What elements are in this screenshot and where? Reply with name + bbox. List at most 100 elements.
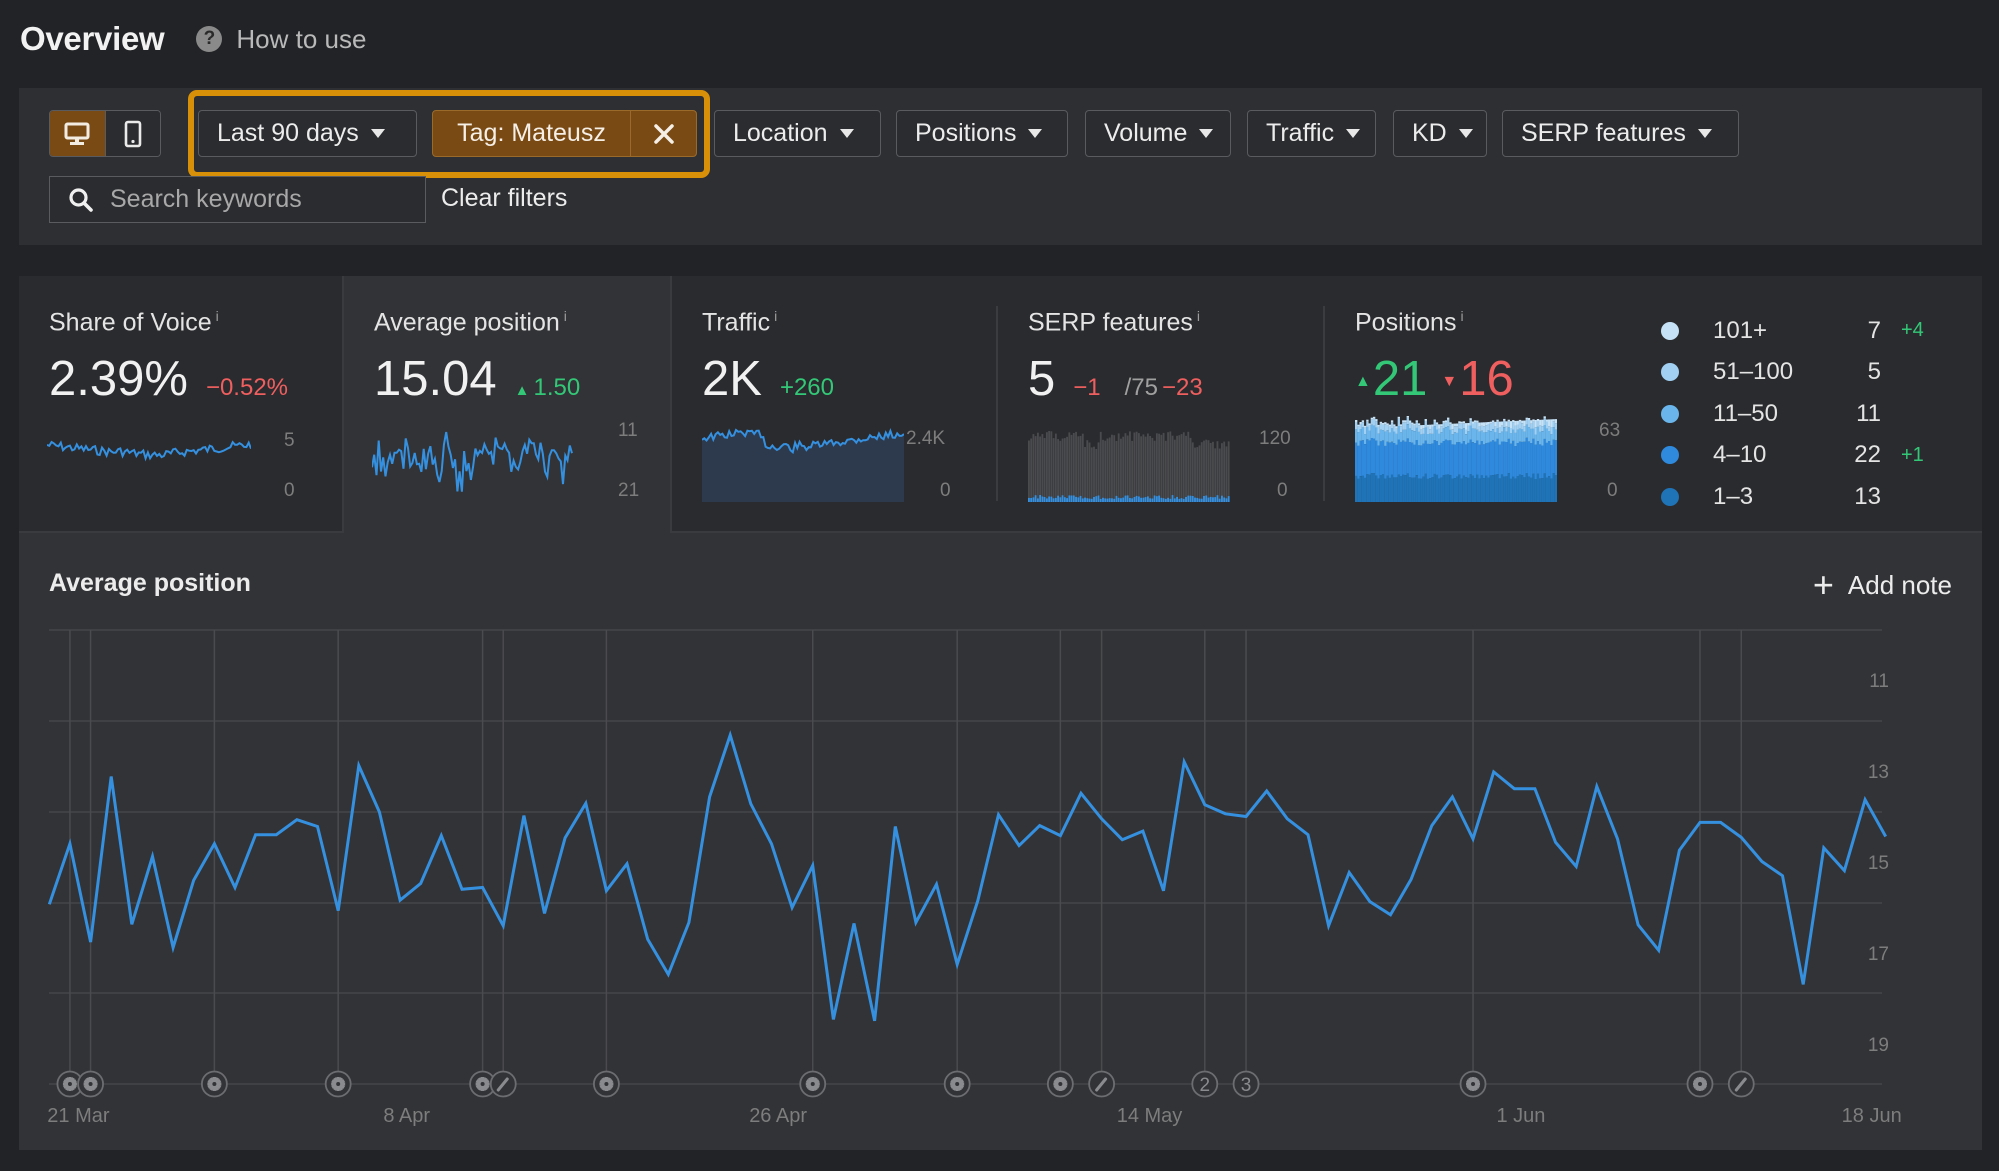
stacked-bar-segment (1417, 425, 1421, 432)
mobile-toggle-button[interactable] (104, 111, 160, 156)
info-icon[interactable]: i (564, 308, 567, 324)
sparkline-bar-owned (1160, 497, 1163, 502)
stacked-bar-segment (1404, 475, 1407, 502)
legend-dot (1661, 321, 1679, 340)
note-marker[interactable] (1088, 1070, 1116, 1098)
stacked-bar-segment (1550, 445, 1553, 479)
stacked-bar-segment (1431, 477, 1434, 502)
traffic-metric[interactable]: Traffic i 2K +260 (702, 308, 834, 407)
grouped-marker[interactable]: 3 (1232, 1070, 1260, 1098)
update-marker[interactable] (200, 1070, 228, 1098)
stacked-bar-segment (1402, 440, 1405, 475)
stacked-bar-segment (1404, 420, 1407, 423)
sparkline-bar (1097, 442, 1100, 502)
serp-features-dropdown[interactable]: SERP features (1502, 110, 1739, 157)
date-range-dropdown[interactable]: Last 90 days (198, 110, 417, 157)
stacked-bar-segment (1467, 478, 1470, 502)
stacked-bar-segment (1487, 430, 1490, 443)
legend-item[interactable]: 51–100 5 (1661, 352, 1924, 394)
legend-item[interactable]: 1–3 13 (1661, 476, 1924, 518)
stacked-bar-segment (1554, 419, 1557, 424)
sparkline-bar (1113, 435, 1116, 502)
legend-item[interactable]: 11–50 11 (1661, 393, 1924, 435)
sparkline-bar-owned (1097, 495, 1100, 502)
stacked-bar-segment (1525, 424, 1528, 438)
sparkline-axis-min: 0 (284, 480, 295, 501)
update-marker[interactable] (324, 1070, 352, 1098)
sparkline-bar-owned (1146, 496, 1149, 502)
stacked-bar-segment (1516, 476, 1519, 502)
update-marker[interactable] (1046, 1070, 1074, 1098)
stacked-bar-segment (1390, 428, 1394, 442)
location-dropdown[interactable]: Location (714, 110, 881, 157)
stacked-bar-segment (1491, 422, 1495, 429)
sparkline-bar (1050, 431, 1053, 502)
sparkline-bar-owned (1072, 495, 1075, 502)
stacked-bar-segment (1541, 419, 1544, 427)
info-icon[interactable]: i (1197, 308, 1200, 324)
stacked-bar-segment (1552, 421, 1555, 428)
update-marker[interactable] (1459, 1070, 1487, 1098)
info-icon[interactable]: i (774, 308, 777, 324)
sparkline-path (372, 431, 573, 492)
stacked-bar-segment (1471, 428, 1475, 443)
sparkline-bar-owned (1178, 498, 1181, 502)
search-icon (69, 187, 93, 212)
triangle-down-icon: ▼ (1441, 373, 1458, 391)
stacked-bar-segment (1357, 445, 1360, 479)
search-keywords-input[interactable] (110, 185, 410, 214)
traffic-dropdown[interactable]: Traffic (1247, 110, 1376, 157)
tab-share-of-voice[interactable]: Share of Voice i 2.39% −0.52% 5 0 (19, 276, 344, 533)
desktop-toggle-button[interactable] (50, 111, 105, 156)
info-icon[interactable]: i (216, 308, 219, 324)
sparkline-bar-owned (1090, 498, 1093, 502)
stacked-bar-segment (1464, 423, 1468, 430)
stacked-bar-segment (1539, 431, 1542, 445)
remove-tag-button[interactable] (630, 111, 696, 156)
how-to-use-link[interactable]: ? How to use (196, 24, 366, 55)
update-marker[interactable] (593, 1070, 620, 1098)
positions-metric[interactable]: Positions i ▲21 ▼16 (1355, 308, 1514, 407)
stacked-bar-segment (1512, 441, 1515, 477)
stacked-bar-segment (1512, 422, 1515, 430)
sparkline-bar-owned (1169, 498, 1172, 502)
stacked-bar-segment (1447, 417, 1450, 420)
sparkline-bar-owned (1126, 495, 1129, 502)
gear-hole (212, 1082, 217, 1086)
update-marker[interactable] (1686, 1070, 1714, 1098)
stacked-bar-segment (1476, 422, 1479, 430)
stacked-bar-segment (1363, 425, 1367, 428)
tag-filter-label[interactable]: Tag: Mateusz (433, 111, 630, 156)
stacked-bar-segment (1509, 443, 1513, 479)
clear-filters-button[interactable]: Clear filters (441, 184, 567, 213)
stacked-bar-segment (1491, 429, 1495, 441)
stacked-bar-segment (1408, 477, 1412, 502)
grouped-marker[interactable]: 2 (1191, 1070, 1219, 1098)
update-marker[interactable] (77, 1070, 104, 1098)
stacked-bar-segment (1393, 443, 1396, 478)
note-marker[interactable] (489, 1070, 517, 1098)
note-marker[interactable] (1727, 1070, 1755, 1098)
stacked-bar-segment (1480, 430, 1484, 441)
kd-dropdown[interactable]: KD (1393, 110, 1487, 157)
stacked-bar-segment (1460, 429, 1463, 444)
sparkline-bar (1090, 447, 1093, 502)
stacked-bar-segment (1422, 428, 1425, 434)
tab-average-position[interactable]: Average position i 15.04 ▲ 1.50 11 21 (344, 276, 670, 535)
update-marker[interactable] (943, 1070, 971, 1098)
positions-dropdown[interactable]: Positions (896, 110, 1068, 157)
stacked-bar-segment (1496, 419, 1499, 422)
sparkline-bar (1030, 438, 1033, 502)
sparkline-bar (1032, 434, 1035, 502)
sparkline-bar (1169, 431, 1172, 502)
update-marker[interactable] (799, 1070, 827, 1098)
sparkline-bar (1111, 434, 1113, 502)
volume-dropdown[interactable]: Volume (1085, 110, 1231, 157)
legend-item[interactable]: 101+ 7 +4 (1661, 310, 1924, 352)
stacked-bar-segment (1523, 477, 1526, 502)
serp-features-metric[interactable]: SERP features i 5 −1/75 −23 (1028, 308, 1203, 407)
info-icon[interactable]: i (1460, 308, 1463, 324)
help-icon: ? (196, 26, 223, 52)
stacked-bar-segment (1447, 426, 1450, 441)
legend-item[interactable]: 4–10 22 +1 (1661, 435, 1924, 477)
